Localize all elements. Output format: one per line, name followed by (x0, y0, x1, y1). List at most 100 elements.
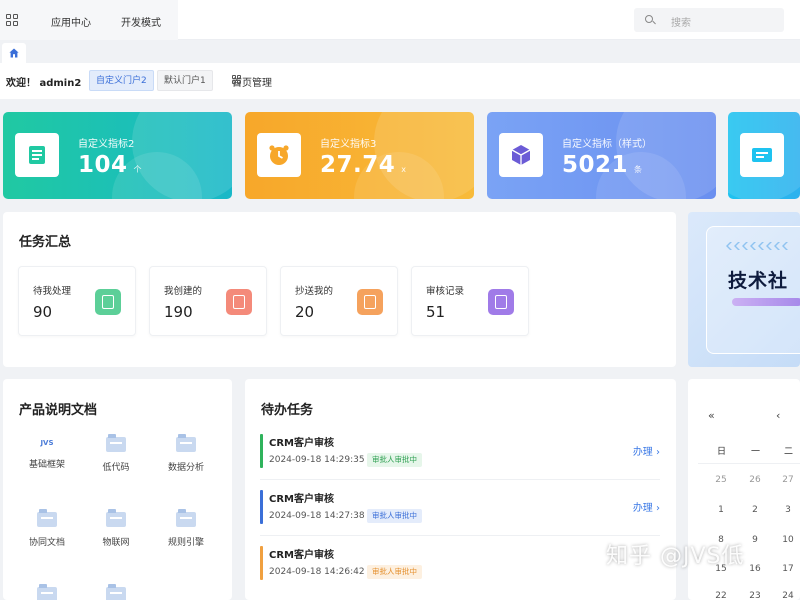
folder-icon (106, 584, 126, 600)
calendar-day[interactable]: 2 (745, 505, 765, 515)
portal-chip-custom2[interactable]: 自定义门户2 (89, 70, 154, 91)
task-summary-panel: 任务汇总 待我处理 90 我创建的 190 抄送我的 20 审核记录 51 (3, 212, 676, 367)
metric-card[interactable]: 自定义指标（样式） 5021 条 (487, 112, 716, 199)
metric-label: 自定义指标3 (320, 139, 377, 150)
todo-name: CRM客户审核 (269, 550, 334, 561)
weekday-label: 日 (717, 447, 727, 457)
nav-item-dev-mode[interactable]: 开发模式 (121, 14, 161, 29)
metric-card[interactable] (728, 112, 800, 199)
doc-label: 协同文档 (28, 538, 65, 548)
metric-value: 5021 条 (562, 152, 643, 178)
status-bar (260, 434, 263, 468)
status-badge: 审批人审批中 (367, 509, 422, 523)
doc-item-iot[interactable]: 物联网 (81, 509, 151, 548)
calendar-day[interactable]: 22 (711, 591, 731, 600)
home-manage-button[interactable]: 首页管理 (218, 74, 272, 89)
stat-card-created[interactable]: 我创建的 190 (149, 266, 267, 336)
calendar-day[interactable]: 17 (778, 564, 798, 574)
calendar-day[interactable]: 3 (778, 505, 798, 515)
metric-card[interactable]: 自定义指标3 27.74 x (245, 112, 474, 199)
stat-value: 190 (164, 303, 193, 321)
calendar-day[interactable]: 1 (711, 505, 731, 515)
folder-icon (176, 509, 196, 527)
folder-icon (176, 434, 196, 452)
alarm-clock-icon (257, 133, 301, 177)
folder-icon (37, 509, 57, 527)
weekday-label: 二 (784, 447, 794, 457)
calendar-day[interactable]: 24 (778, 591, 798, 600)
todo-name: CRM客户审核 (269, 438, 334, 449)
calendar-day[interactable]: 26 (745, 475, 765, 485)
doc-label: 规则引擎 (167, 538, 204, 548)
portal-chip-default1[interactable]: 默认门户1 (157, 70, 213, 91)
prev-month-button[interactable]: ‹ (776, 409, 780, 422)
nav-item-app-center[interactable]: 应用中心 (51, 14, 91, 29)
calendar-day[interactable]: 9 (745, 535, 765, 545)
status-badge: 审批人审批中 (367, 453, 422, 467)
grid-icon (232, 75, 242, 85)
search-input[interactable]: 搜索 (634, 8, 784, 32)
banner-chevrons-icon (726, 242, 788, 250)
doc-label: 物联网 (102, 538, 130, 548)
document-icon (95, 289, 121, 315)
metric-value: 27.74 x (320, 152, 407, 178)
folder-icon (37, 584, 57, 600)
apps-grid-icon[interactable] (6, 14, 18, 26)
panel-title: 待办任务 (261, 403, 314, 418)
divider (698, 463, 800, 464)
watermark-text: 知乎 @JVS低 (606, 544, 745, 569)
divider (260, 535, 660, 536)
calendar-day[interactable]: 27 (778, 475, 798, 485)
doc-item-more[interactable] (12, 584, 82, 600)
calendar-day[interactable]: 25 (711, 475, 731, 485)
search-placeholder: 搜索 (671, 18, 691, 29)
doc-item-rules[interactable]: 规则引擎 (151, 509, 221, 548)
ticket-icon (740, 133, 784, 177)
stat-value: 90 (33, 303, 53, 321)
metric-card[interactable]: 自定义指标2 104 个 (3, 112, 232, 199)
doc-label: 低代码 (102, 463, 130, 473)
todo-item[interactable]: CRM客户审核 2024-09-18 14:26:42 审批人审批中 (260, 546, 662, 598)
audit-icon (488, 289, 514, 315)
doc-item-analytics[interactable]: 数据分析 (151, 434, 221, 473)
nav-menu: 应用中心 开发模式 (0, 0, 178, 40)
status-badge: 审批人审批中 (367, 565, 422, 579)
jvs-logo-icon: JVS (40, 439, 54, 447)
metric-label: 自定义指标2 (78, 139, 135, 150)
scroll-icon (15, 133, 59, 177)
stat-card-cc[interactable]: 抄送我的 20 (280, 266, 398, 336)
calendar-day[interactable]: 10 (778, 535, 798, 545)
panel-title: 任务汇总 (19, 235, 72, 250)
prev-year-button[interactable]: « (708, 409, 715, 422)
handle-link[interactable]: 办理 › (633, 443, 660, 458)
handle-link[interactable]: 办理 › (633, 499, 660, 514)
portal-bar: 欢迎！ admin2 自定义门户2 默认门户1 首页管理 (0, 63, 800, 99)
folder-icon (106, 434, 126, 452)
doc-item-framework[interactable]: JVS 基础框架 (12, 437, 82, 470)
search-icon (645, 15, 653, 23)
stat-label: 我创建的 (164, 286, 203, 297)
stat-card-pending[interactable]: 待我处理 90 (18, 266, 136, 336)
todo-time: 2024-09-18 14:27:38 (269, 511, 365, 521)
todo-item[interactable]: CRM客户审核 2024-09-18 14:29:35 审批人审批中 办理 › (260, 434, 662, 486)
metric-value: 104 个 (78, 152, 143, 178)
stat-label: 审核记录 (426, 286, 465, 297)
stat-value: 20 (295, 303, 315, 321)
product-docs-panel: 产品说明文档 JVS 基础框架 低代码 数据分析 协同文档 物联网 规则引擎 (3, 379, 232, 600)
top-navbar: 应用中心 开发模式 搜索 (0, 0, 800, 40)
doc-item-lowcode[interactable]: 低代码 (81, 434, 151, 473)
todo-name: CRM客户审核 (269, 494, 334, 505)
doc-item-collab[interactable]: 协同文档 (12, 509, 82, 548)
cube-icon (499, 133, 543, 177)
form-icon (226, 289, 252, 315)
doc-item-more[interactable] (81, 584, 151, 600)
home-tab[interactable] (2, 43, 26, 63)
stat-card-audit[interactable]: 审核记录 51 (411, 266, 529, 336)
calendar-day[interactable]: 16 (745, 564, 765, 574)
status-bar (260, 546, 263, 580)
todo-time: 2024-09-18 14:29:35 (269, 455, 365, 465)
doc-label: 基础框架 (28, 460, 65, 470)
todo-item[interactable]: CRM客户审核 2024-09-18 14:27:38 审批人审批中 办理 › (260, 490, 662, 542)
calendar-day[interactable]: 23 (745, 591, 765, 600)
welcome-text: 欢迎！ admin2 (6, 78, 82, 89)
